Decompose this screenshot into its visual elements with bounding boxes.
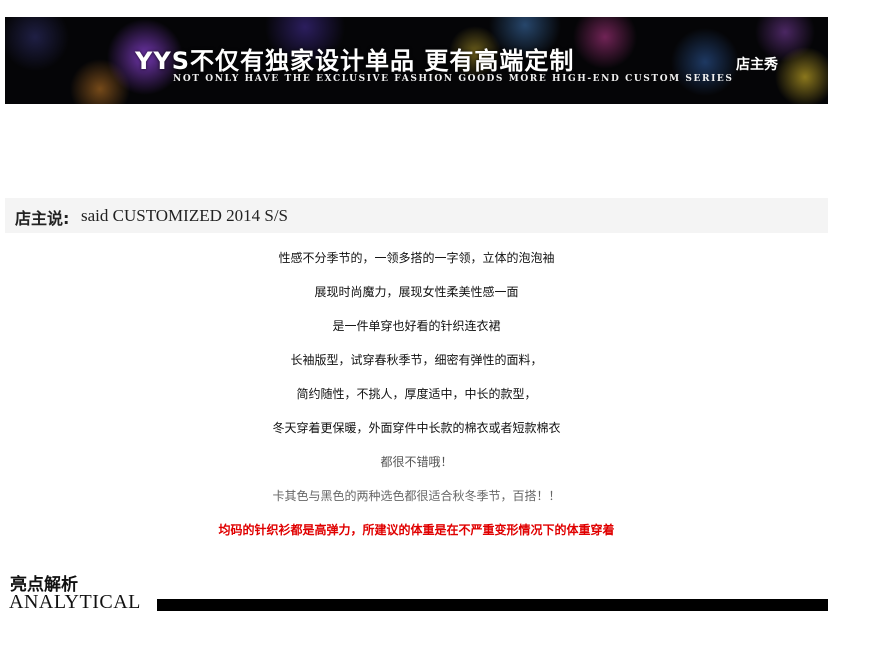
owner-says-bar: 店主说: said CUSTOMIZED 2014 S/S [5,198,828,233]
description-line: 冬天穿着更保暖，外面穿件中长款的棉衣或者短款棉衣 [272,421,561,435]
analytical-section-header: 亮点解析 ANALYTICAL [9,570,828,616]
description-line: 简约随性，不挑人，厚度适中，中长的款型， [296,387,537,401]
owner-says-text: said CUSTOMIZED 2014 S/S [81,206,289,225]
owner-says-label: 店主说: [15,209,70,228]
banner-subtitle: NOT ONLY HAVE THE EXCLUSIVE FASHION GOOD… [173,74,734,84]
sizing-note: 均码的针织衫都是高弹力，所建议的体重是在不严重变形情况下的体重穿着 [218,523,615,537]
description-line: 都很不错哦！ [380,455,453,469]
description-line: 卡其色与黑色的两种选色都很适合秋冬季节，百搭！！ [272,489,561,503]
description-line: 是一件单穿也好看的针织连衣裙 [332,319,501,333]
top-banner: YYS不仅有独家设计单品 更有高端定制 NOT ONLY HAVE THE EX… [5,17,828,104]
banner-title: YYS不仅有独家设计单品 更有高端定制 [135,47,575,75]
analytical-title-en: ANALYTICAL [9,591,141,613]
analytical-divider-bar [157,599,828,611]
description-line: 性感不分季节的，一领多搭的一字领，立体的泡泡袖 [278,251,555,265]
description-line: 长袖版型，试穿春秋季节，细密有弹性的面料， [290,353,543,367]
banner-shop-tag: 店主秀 [736,57,778,73]
product-description: 性感不分季节的，一领多搭的一字领，立体的泡泡袖 展现时尚魔力，展现女性柔美性感一… [5,248,828,554]
description-line: 展现时尚魔力，展现女性柔美性感一面 [314,285,519,299]
